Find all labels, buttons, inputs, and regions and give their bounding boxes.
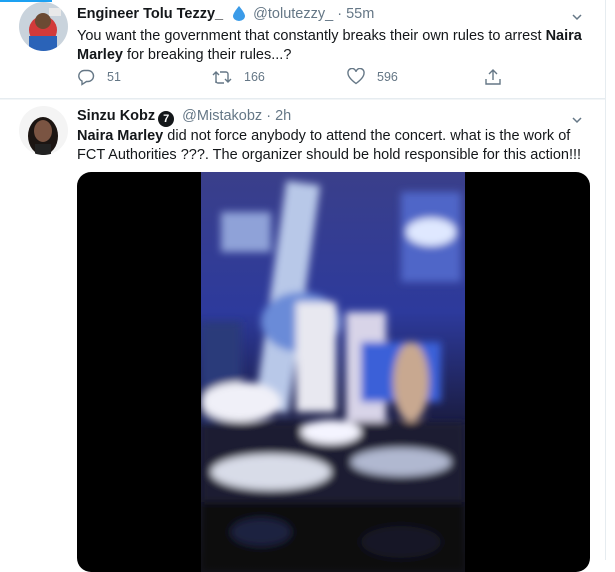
tweet-text: Naira Marley did not force anybody to at… (77, 127, 597, 165)
tweet-text-part: You want the government that constantly … (77, 28, 546, 44)
separator-dot: · (337, 6, 343, 22)
tweet-1[interactable]: Engineer Tolu Tezzy_ @tolutezzy_ · 55m Y… (0, 0, 600, 98)
timestamp[interactable]: 55m (346, 6, 374, 22)
water-drop-emoji-icon (233, 6, 246, 25)
tweet-text-part: for breaking their rules...? (122, 47, 292, 63)
chevron-down-icon[interactable] (572, 9, 582, 21)
retweet-button[interactable]: 166 (212, 68, 265, 86)
tweet-header: Sinzu Kobz 7 @Mistakobz · 2h (77, 108, 291, 127)
display-name[interactable]: Engineer Tolu Tezzy_ (77, 6, 223, 22)
tweet-text: You want the government that constantly … (77, 27, 597, 65)
heart-icon (347, 68, 365, 85)
tweet-header: Engineer Tolu Tezzy_ @tolutezzy_ · 55m (77, 6, 374, 25)
video-player[interactable] (77, 172, 590, 572)
display-name[interactable]: Sinzu Kobz (77, 108, 155, 124)
user-handle[interactable]: @Mistakobz (182, 108, 262, 124)
like-button[interactable]: 596 (347, 68, 398, 85)
avatar[interactable] (19, 2, 68, 51)
mention-naira-marley: Naira Marley (77, 128, 164, 144)
user-handle[interactable]: @tolutezzy_ (253, 6, 333, 22)
timestamp[interactable]: 2h (275, 108, 291, 124)
number-badge: 7 (158, 111, 175, 127)
reply-button[interactable]: 51 (77, 68, 121, 86)
share-button[interactable] (484, 68, 514, 86)
chevron-down-icon[interactable] (572, 112, 582, 124)
reply-count: 51 (107, 70, 121, 84)
share-icon (485, 69, 501, 85)
like-count: 596 (377, 69, 398, 84)
video-frame (201, 172, 465, 572)
separator-dot: · (266, 108, 272, 124)
retweet-count: 166 (244, 70, 265, 84)
tweet-actions: 51 166 596 (77, 68, 501, 88)
speech-bubble-icon (78, 69, 95, 86)
avatar[interactable] (19, 106, 68, 155)
timeline-border-right (605, 0, 606, 560)
retweet-icon (212, 71, 232, 84)
